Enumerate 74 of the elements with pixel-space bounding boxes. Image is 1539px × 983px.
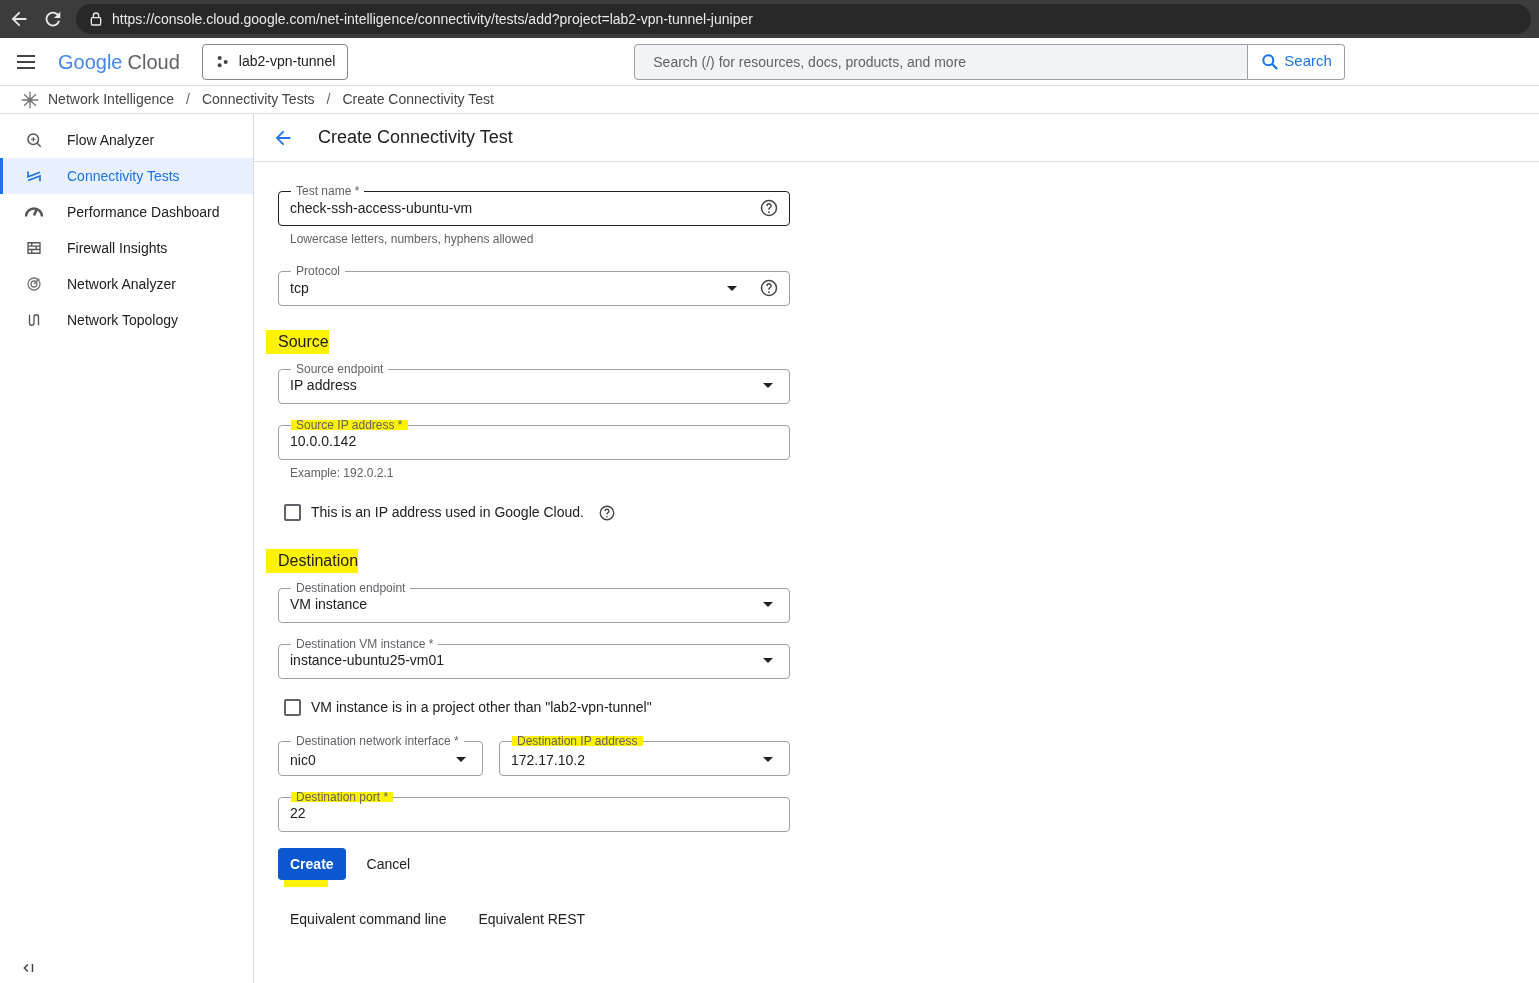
hint-text: Example: 192.0.2.1: [289, 465, 395, 482]
dropdown-field[interactable]: Protocol tcp: [278, 264, 790, 306]
google-cloud-logo[interactable]: Google Cloud: [58, 46, 180, 77]
field-label: Destination IP address: [512, 734, 643, 748]
field-label: Destination port *: [291, 790, 394, 804]
search-field[interactable]: Search (/) for resources, docs, products, and more: [634, 43, 1249, 80]
dropdown-caret-icon: [727, 285, 737, 291]
page-title: Create Connectivity Test: [318, 126, 513, 149]
sidebar-item[interactable]: Firewall Insights: [0, 230, 253, 266]
network-icon: [20, 89, 40, 110]
dropdown-field[interactable]: Destination IP address 172.17.10.2: [499, 734, 790, 776]
sidebar-item[interactable]: Performance Dashboard: [0, 194, 253, 230]
sidebar-item[interactable]: Connectivity Tests: [0, 158, 253, 194]
dropdown-field[interactable]: Destination endpoint VM instance: [278, 581, 790, 623]
field-value: instance-ubuntu25-vm01: [290, 651, 446, 669]
hint-text: Lowercase letters, numbers, hyphens allowed: [289, 231, 535, 248]
cancel-button[interactable]: Cancel: [365, 848, 412, 880]
equivalent-link[interactable]: Equivalent command line: [290, 909, 447, 930]
text-field[interactable]: Test name * check-ssh-access-ubuntu-vm: [278, 184, 790, 226]
radar-icon: [25, 275, 43, 293]
field-value: VM instance: [290, 595, 369, 613]
sidebar-item[interactable]: Network Topology: [0, 302, 253, 338]
magnifier-icon: [25, 131, 43, 149]
dropdown-field[interactable]: Destination VM instance * instance-ubuntu25-vm01: [278, 637, 790, 679]
field-label: Destination network interface *: [295, 734, 460, 748]
address-bar[interactable]: https://console.cloud.google.com/net-intelligence/connectivity/tests/add?project=lab2-vpn-tunnel-juniper: [76, 4, 1531, 34]
text-field[interactable]: Source IP address * 10.0.0.142: [278, 418, 790, 460]
help-icon: [759, 278, 779, 298]
dropdown-caret-icon: [763, 657, 773, 663]
breadcrumb-separator: /: [185, 90, 191, 109]
breadcrumb-link[interactable]: Network Intelligence: [48, 89, 175, 110]
search-icon: [1260, 51, 1281, 72]
gauge-icon: [25, 206, 43, 218]
field-label: Destination VM instance *: [295, 637, 435, 651]
field-value: IP address: [290, 376, 358, 394]
field-value: check-ssh-access-ubuntu-vm: [290, 199, 474, 217]
dropdown-caret-icon: [763, 757, 773, 762]
dropdown-caret-icon: [456, 757, 466, 762]
checkbox-label: VM instance is in a project other than "lab2-vpn-tunnel": [311, 698, 652, 717]
text-field[interactable]: Destination port * 22: [278, 790, 790, 832]
field-value: 10.0.0.142: [290, 432, 358, 450]
checkbox[interactable]: [284, 699, 301, 716]
field-value: tcp: [290, 279, 310, 297]
create-button[interactable]: Create: [278, 848, 346, 880]
field-label: Source endpoint: [295, 362, 385, 376]
dropdown-field[interactable]: Source endpoint IP address: [278, 362, 790, 404]
equivalent-link[interactable]: Equivalent REST: [478, 909, 586, 930]
field-value: 22: [290, 804, 307, 822]
field-value: nic0: [290, 750, 317, 769]
url-text: https://console.cloud.google.com/net-intelligence/connectivity/tests/add?project=lab2-vpn-tunnel-juniper: [112, 9, 753, 29]
field-value: 172.17.10.2: [511, 750, 586, 769]
dropdown-field[interactable]: Destination network interface * nic0: [278, 734, 483, 776]
field-label: Destination endpoint: [295, 581, 407, 595]
breadcrumb-separator: /: [325, 90, 332, 109]
dropdown-caret-icon: [763, 601, 773, 607]
field-label: Test name *: [295, 184, 361, 198]
breadcrumb-link[interactable]: Connectivity Tests: [201, 89, 315, 110]
brick-wall-icon: [25, 239, 43, 257]
help-icon: [759, 198, 779, 218]
checkbox[interactable]: [284, 504, 301, 521]
section-heading: Source: [266, 330, 329, 354]
section-heading: Destination: [266, 549, 359, 573]
breadcrumb-link[interactable]: Create Connectivity Test: [342, 89, 494, 110]
project-picker[interactable]: lab2-vpn-tunnel: [201, 43, 349, 80]
sidebar-item[interactable]: Flow Analyzer: [0, 122, 253, 158]
checkbox-label: This is an IP address used in Google Cloud.: [311, 503, 584, 522]
collapse-icon[interactable]: [22, 961, 36, 975]
search-button[interactable]: Search: [1248, 43, 1345, 80]
help-icon: [597, 503, 616, 522]
dropdown-caret-icon: [763, 382, 773, 388]
lock-icon: [88, 11, 104, 27]
sidebar-item[interactable]: Network Analyzer: [0, 266, 253, 302]
field-label: Protocol: [295, 264, 342, 278]
field-label: Source IP address *: [291, 418, 408, 432]
